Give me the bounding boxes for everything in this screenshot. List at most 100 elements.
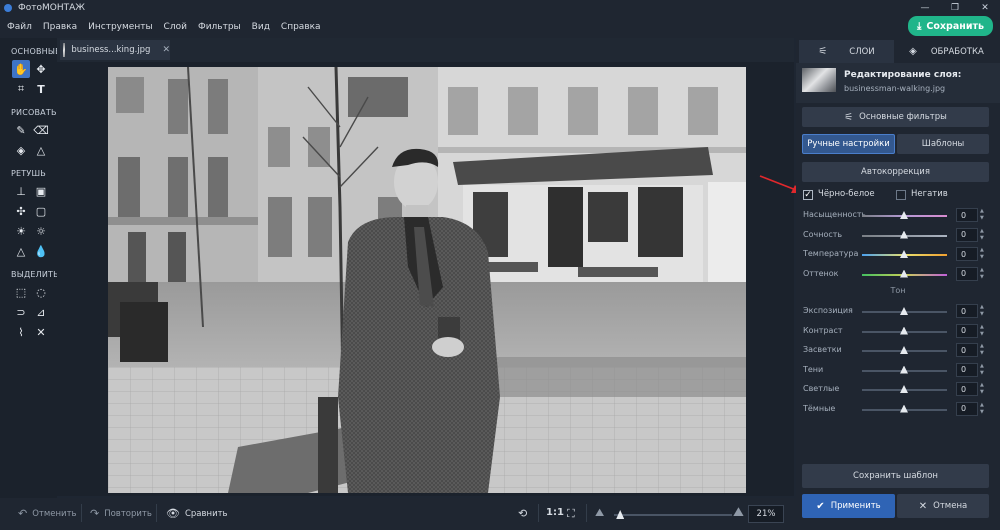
zoom-out-icon[interactable]: ⛰ — [595, 506, 609, 520]
zoom-slider-handle[interactable] — [616, 510, 625, 519]
slider-handle[interactable] — [900, 385, 908, 393]
slider-value-field[interactable]: 0 — [956, 247, 978, 261]
fill-tool-icon[interactable]: ◈ — [12, 141, 30, 159]
adjustment-slider[interactable] — [862, 365, 947, 374]
zoom-in-icon[interactable]: ⛰ — [733, 505, 749, 520]
blur-tool-icon[interactable]: 💧 — [32, 242, 50, 260]
slider-value-field[interactable]: 0 — [956, 343, 978, 357]
slider-handle[interactable] — [900, 326, 908, 335]
value-stepper[interactable]: ▲ ▼ — [980, 343, 988, 357]
slider-handle[interactable] — [900, 346, 908, 354]
stepper-down-icon[interactable]: ▼ — [980, 389, 988, 396]
close-tab-icon[interactable]: ✕ — [162, 45, 170, 55]
adjustment-slider[interactable] — [862, 404, 947, 413]
menu-filters[interactable]: Фильтры — [198, 22, 241, 32]
undo-button[interactable]: ↶ Отменить — [18, 507, 77, 520]
adjustment-slider[interactable] — [862, 346, 947, 354]
eraser-tool-icon[interactable]: ⌫ — [32, 121, 50, 139]
stepper-down-icon[interactable]: ▼ — [980, 235, 988, 242]
auto-correction-button[interactable]: Автокоррекция — [802, 162, 989, 182]
minimize-button[interactable]: — — [910, 0, 940, 16]
menu-help[interactable]: Справка — [281, 22, 321, 32]
polygon-lasso-tool-icon[interactable]: ⊿ — [32, 303, 50, 321]
adjustment-slider[interactable] — [862, 250, 947, 258]
negative-checkbox[interactable] — [896, 190, 906, 200]
compare-button[interactable]: 👁 Сравнить — [166, 507, 228, 520]
stepper-down-icon[interactable]: ▼ — [980, 215, 988, 222]
patch-tool-icon[interactable]: ▣ — [32, 182, 50, 200]
burn-tool-icon[interactable]: ☼ — [32, 222, 50, 240]
stepper-up-icon[interactable]: ▲ — [980, 247, 988, 254]
tab-templates[interactable]: Шаблоны — [897, 134, 989, 154]
heal-tool-icon[interactable]: ✣ — [12, 202, 30, 220]
stepper-up-icon[interactable]: ▲ — [980, 267, 988, 274]
frame-tool-icon[interactable]: ▢ — [32, 202, 50, 220]
slider-handle[interactable] — [900, 211, 908, 219]
slider-value-field[interactable]: 0 — [956, 227, 978, 242]
value-stepper[interactable]: ▲ ▼ — [980, 267, 988, 281]
save-button[interactable]: ⤓ Сохранить — [908, 16, 993, 36]
fit-screen-icon[interactable]: ⛶ — [567, 507, 580, 521]
value-stepper[interactable]: ▲ ▼ — [980, 363, 988, 377]
slider-value-field[interactable]: 0 — [956, 382, 978, 396]
ellipse-select-tool-icon[interactable]: ◌ — [32, 283, 50, 301]
menu-file[interactable]: Файл — [7, 22, 32, 32]
stepper-down-icon[interactable]: ▼ — [980, 370, 988, 377]
stepper-up-icon[interactable]: ▲ — [980, 363, 988, 370]
actual-size-button[interactable]: 1:1 — [546, 507, 564, 518]
tab-manual-settings[interactable]: Ручные настройки — [802, 134, 895, 154]
brush-tool-icon[interactable]: ✎ — [12, 121, 30, 139]
slider-handle[interactable] — [900, 230, 908, 239]
value-stepper[interactable]: ▲ ▼ — [980, 208, 988, 222]
crop-tool-icon[interactable]: ⌗ — [12, 80, 30, 98]
move-tool-icon[interactable]: ✥ — [32, 60, 50, 78]
value-stepper[interactable]: ▲ ▼ — [980, 402, 988, 416]
photo-canvas[interactable] — [108, 67, 746, 493]
zoom-slider[interactable] — [614, 510, 732, 519]
slider-handle[interactable] — [900, 269, 908, 278]
tab-layers[interactable]: ⚟ СЛОИ — [799, 40, 894, 63]
slider-value-field[interactable]: 0 — [956, 323, 978, 338]
stepper-up-icon[interactable]: ▲ — [980, 304, 988, 311]
basic-filters-button[interactable]: ⚟ Основные фильтры — [802, 107, 989, 127]
sharpen-tool-icon[interactable]: △ — [12, 242, 30, 260]
stepper-down-icon[interactable]: ▼ — [980, 350, 988, 357]
adjustment-slider[interactable] — [862, 269, 947, 278]
close-window-button[interactable]: ✕ — [970, 0, 1000, 16]
stepper-up-icon[interactable]: ▲ — [980, 228, 988, 235]
adjustment-slider[interactable] — [862, 385, 947, 393]
stepper-up-icon[interactable]: ▲ — [980, 343, 988, 350]
maximize-button[interactable]: ❐ — [940, 0, 970, 16]
magic-wand-tool-icon[interactable]: ✕ — [32, 323, 50, 341]
dodge-tool-icon[interactable]: ☀ — [12, 222, 30, 240]
slider-handle[interactable] — [900, 404, 908, 413]
slider-value-field[interactable]: 0 — [956, 401, 978, 416]
stepper-down-icon[interactable]: ▼ — [980, 409, 988, 416]
canvas-area[interactable] — [57, 62, 794, 496]
value-stepper[interactable]: ▲ ▼ — [980, 247, 988, 261]
menu-layer[interactable]: Слой — [164, 22, 187, 32]
adjustment-slider[interactable] — [862, 230, 947, 239]
stepper-up-icon[interactable]: ▲ — [980, 208, 988, 215]
bw-checkbox[interactable]: ✓ — [803, 190, 813, 200]
save-template-button[interactable]: Сохранить шаблон — [802, 464, 989, 488]
value-stepper[interactable]: ▲ ▼ — [980, 324, 988, 338]
slider-value-field[interactable]: 0 — [956, 362, 978, 377]
stepper-up-icon[interactable]: ▲ — [980, 382, 988, 389]
stamp-tool-icon[interactable]: ⊥ — [12, 182, 30, 200]
slider-value-field[interactable]: 0 — [956, 304, 978, 318]
stepper-up-icon[interactable]: ▲ — [980, 324, 988, 331]
shapes-tool-icon[interactable]: △ — [32, 141, 50, 159]
text-tool-icon[interactable]: T — [32, 80, 50, 98]
slider-handle[interactable] — [900, 250, 908, 258]
slider-handle[interactable] — [900, 365, 908, 374]
stepper-down-icon[interactable]: ▼ — [980, 254, 988, 261]
menu-tools[interactable]: Инструменты — [88, 22, 152, 32]
adjustment-slider[interactable] — [862, 326, 947, 335]
stepper-up-icon[interactable]: ▲ — [980, 402, 988, 409]
lasso-tool-icon[interactable]: ⊃ — [12, 303, 30, 321]
hand-tool-icon[interactable]: ✋ — [12, 60, 30, 78]
menu-view[interactable]: Вид — [252, 22, 270, 32]
slider-handle[interactable] — [900, 307, 908, 315]
stepper-down-icon[interactable]: ▼ — [980, 311, 988, 318]
